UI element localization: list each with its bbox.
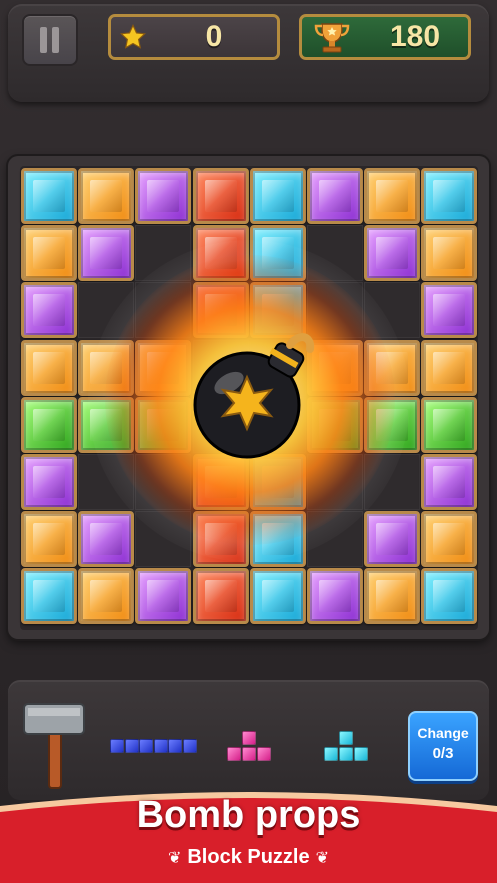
gem-block-orange (21, 511, 77, 568)
gem-block-purple (307, 568, 363, 625)
laurel-left-icon: ❦ (167, 850, 182, 867)
current-score: 0 (205, 20, 223, 53)
gem-block-orange (21, 339, 77, 396)
piece-block (242, 747, 256, 761)
gem-block-cyan (421, 168, 478, 224)
change-button[interactable]: Change 0/3 (408, 711, 478, 781)
gem-block-purple (421, 282, 478, 339)
piece-block (124, 739, 139, 753)
piece-pyramid-aqua[interactable] (322, 731, 370, 763)
piece-block (339, 747, 353, 761)
gem-block-purple (421, 454, 478, 510)
gem-block-purple (21, 454, 77, 510)
gem-block-cyan (21, 168, 77, 224)
gem-block-purple (21, 282, 77, 339)
gem-block-red (192, 568, 249, 625)
pause-icon (40, 27, 47, 53)
gem-block-orange (421, 511, 478, 568)
pause-button[interactable] (22, 14, 78, 66)
laurel-right-icon: ❦ (315, 850, 330, 867)
piece-pyramid-pink[interactable] (225, 731, 273, 763)
hammer-icon[interactable] (20, 700, 90, 790)
pause-icon-bar (52, 27, 59, 53)
bomb-icon (193, 333, 315, 459)
piece-block (354, 747, 368, 761)
piece-block (324, 747, 338, 761)
gem-block-purple (135, 168, 192, 224)
gem-block-orange (78, 168, 135, 224)
piece-block (182, 739, 197, 753)
gem-block-purple (364, 225, 421, 282)
banner-subtitle: Block Puzzle (187, 846, 310, 868)
gem-block-orange (364, 168, 421, 224)
piece-line-blue[interactable] (110, 739, 197, 755)
gem-block-cyan (421, 568, 478, 625)
star-icon (120, 23, 146, 49)
gem-block-orange (21, 225, 77, 282)
gem-block-purple (135, 568, 192, 625)
piece-block (227, 747, 241, 761)
gem-block-purple (78, 225, 135, 282)
gem-block-red (192, 168, 249, 224)
best-score: 180 (389, 20, 441, 53)
gem-block-green (21, 396, 77, 453)
gem-block-orange (421, 225, 478, 282)
piece-block (139, 739, 153, 753)
piece-block (242, 731, 256, 745)
gem-block-purple (364, 511, 421, 568)
piece-block (110, 739, 124, 753)
gem-block-cyan (249, 168, 306, 224)
piece-block (153, 739, 168, 753)
gem-block-orange (364, 568, 421, 625)
best-score-box: 180 (299, 14, 471, 60)
gem-block-orange (78, 568, 135, 625)
banner-subtitle-row: ❦ Block Puzzle ❦ (0, 846, 497, 869)
gem-block-cyan (249, 568, 306, 625)
banner-title: Bomb props (136, 794, 361, 836)
piece-block (257, 747, 271, 761)
piece-block (339, 731, 353, 745)
trophy-icon (314, 23, 350, 53)
gem-block-purple (307, 168, 363, 224)
gem-block-purple (78, 511, 135, 568)
gem-block-green (421, 396, 478, 453)
gem-block-orange (421, 339, 478, 396)
change-count: 0/3 (432, 745, 454, 762)
current-score-box: 0 (108, 14, 280, 60)
piece-block (168, 739, 182, 753)
gem-block-cyan (21, 568, 77, 625)
change-label: Change (417, 725, 469, 741)
